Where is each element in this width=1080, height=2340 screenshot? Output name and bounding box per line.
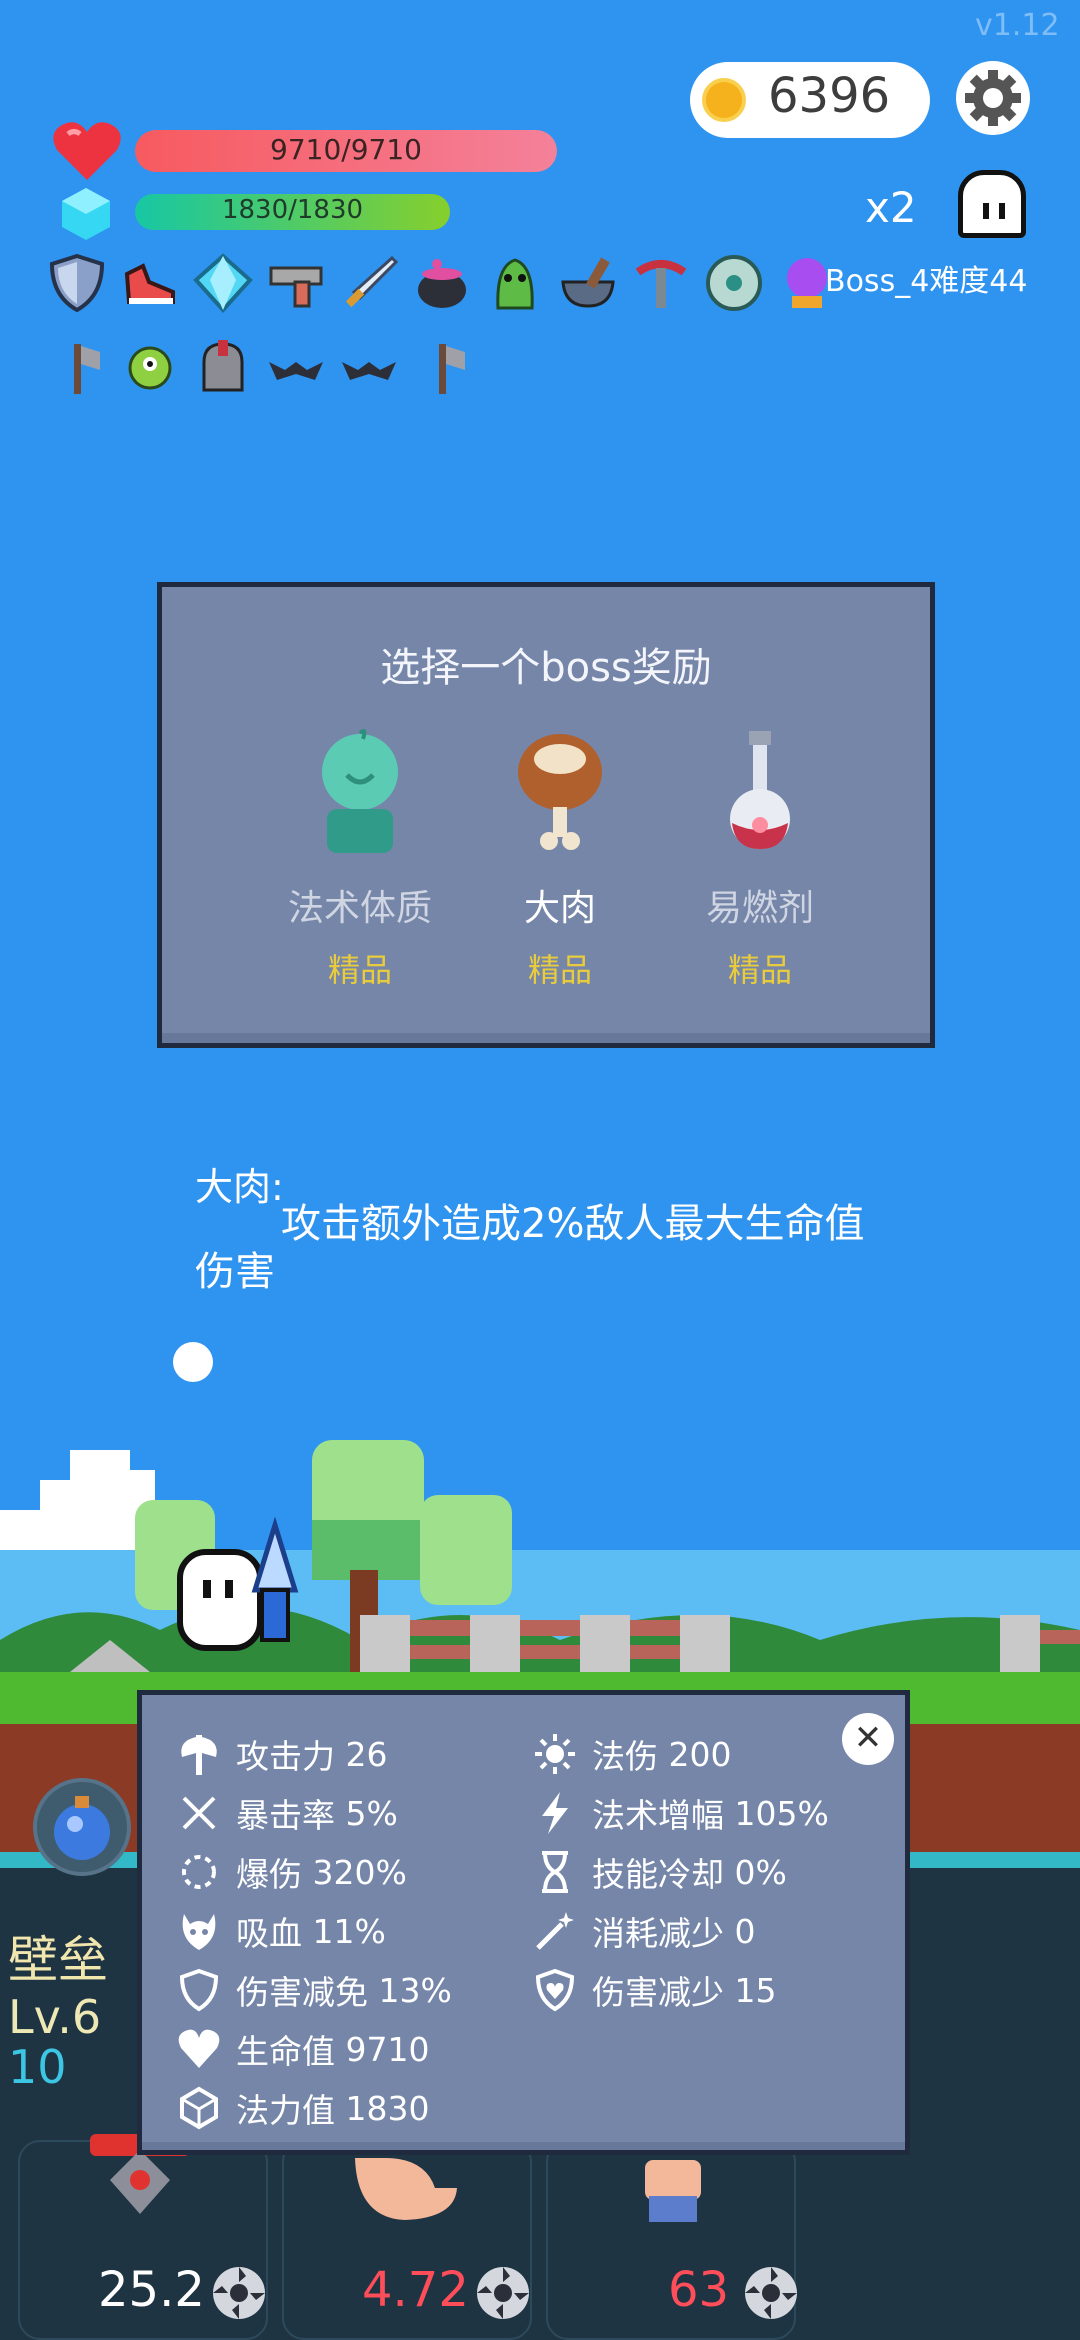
sun-icon xyxy=(535,1734,575,1774)
hero-level-extra: 10 xyxy=(8,2040,67,2094)
sword-icon[interactable] xyxy=(332,246,405,319)
gem-icon xyxy=(180,2086,218,2130)
stat-cost-reduction: 消耗减少 0 xyxy=(532,1906,756,1956)
stat-crit-rate: 暴击率 5% xyxy=(176,1788,398,1838)
wand-icon xyxy=(536,1912,574,1950)
saw-icon[interactable] xyxy=(472,2262,534,2324)
speed-multiplier[interactable]: x2 xyxy=(865,183,917,232)
stat-damage-reduce-flat: 伤害减少 15 xyxy=(532,1965,777,2015)
close-button[interactable]: ✕ xyxy=(842,1713,894,1765)
reward-tier: 精品 xyxy=(527,951,592,989)
stat-spell-damage: 法伤 200 xyxy=(532,1729,732,1779)
panel-title: 选择一个boss奖励 xyxy=(380,645,712,691)
stat-hp: 生命值 9710 xyxy=(176,2024,429,2074)
bat-icon[interactable] xyxy=(259,330,332,403)
mana-gem-icon xyxy=(62,188,110,240)
saw-icon[interactable] xyxy=(740,2262,802,2324)
crossbow-icon[interactable] xyxy=(624,246,697,319)
reward-tier: 精品 xyxy=(327,951,392,989)
hero-class-name: 壁垒 xyxy=(8,1931,108,1989)
shield-icon xyxy=(179,1968,219,2012)
saw-icon[interactable] xyxy=(208,2262,270,2324)
stat-crit-damage: 爆伤 320% xyxy=(176,1847,407,1897)
diamond-icon[interactable] xyxy=(186,246,259,319)
hero-level: Lv.6 xyxy=(8,1990,102,2044)
axe-icon[interactable] xyxy=(405,330,478,403)
coin-value: 6396 xyxy=(768,68,891,124)
potion-orb-icon xyxy=(54,1796,110,1860)
cauldron-icon[interactable] xyxy=(405,246,478,319)
stat-mp: 法力值 1830 xyxy=(176,2083,429,2133)
items-row-1 xyxy=(40,246,843,319)
fist-icon xyxy=(645,2160,701,2222)
gun-icon[interactable] xyxy=(259,246,332,319)
potion-orb-button[interactable] xyxy=(33,1778,131,1876)
bat-icon[interactable] xyxy=(332,330,405,403)
helmet-icon[interactable] xyxy=(186,330,259,403)
skill-value-2: 4.72 xyxy=(362,2262,469,2318)
meat-icon xyxy=(518,734,602,850)
reward-option-1[interactable]: 法术体质 精品 xyxy=(250,727,470,991)
burst-icon xyxy=(182,1855,216,1889)
boss-difficulty-label: Boss_4难度44 xyxy=(825,264,1028,299)
axe-icon[interactable] xyxy=(40,330,113,403)
crystal-ball-icon[interactable] xyxy=(770,246,843,319)
stat-spell-amp: 法术增幅 105% xyxy=(532,1788,829,1838)
monster-icon[interactable] xyxy=(113,330,186,403)
reward-option-2[interactable]: 大肉 精品 xyxy=(450,727,670,991)
items-row-2 xyxy=(40,330,478,403)
lightning-icon xyxy=(542,1792,568,1834)
skill-value-3: 63 xyxy=(668,2262,730,2318)
reward-description-body: 攻击额外造成2%敌人最大生命值伤害 xyxy=(195,1201,865,1295)
coin-icon xyxy=(702,78,746,122)
reward-option-3[interactable]: 易燃剂 精品 xyxy=(650,727,870,991)
hourglass-icon xyxy=(542,1851,568,1893)
gear-icon[interactable] xyxy=(955,60,1031,136)
skull-icon xyxy=(182,1914,216,1950)
shield-icon[interactable] xyxy=(40,246,113,319)
stat-lifesteal: 吸血 11% xyxy=(176,1906,386,1956)
crit-icon xyxy=(182,1796,216,1830)
mortar-icon[interactable] xyxy=(551,246,624,319)
game-scene xyxy=(0,1342,1080,1680)
arm-icon xyxy=(355,2158,457,2220)
reward-name: 法术体质 xyxy=(287,888,432,929)
heart-icon xyxy=(178,2029,220,2068)
stat-attack: 攻击力 26 xyxy=(176,1729,388,1779)
ghost-icon[interactable] xyxy=(958,170,1026,238)
reward-name: 易燃剂 xyxy=(705,888,814,929)
skill-value-1: 25.2 xyxy=(98,2262,205,2318)
disc-icon[interactable] xyxy=(697,246,770,319)
boss-reward-panel: 选择一个boss奖励 法术体质 精品 大肉 精品 易燃剂 精品 xyxy=(157,582,935,1048)
shield-heart-icon xyxy=(535,1968,575,2012)
version-label: v1.12 xyxy=(975,8,1060,43)
goblin-icon[interactable] xyxy=(478,246,551,319)
reward-name: 大肉 xyxy=(523,888,596,929)
shoe-icon[interactable] xyxy=(113,246,186,319)
stat-damage-reduction: 伤害减免 13% xyxy=(176,1965,452,2015)
stats-panel: ✕ 攻击力 26 暴击率 5% 爆伤 320% 吸血 11% 伤害减免 13% … xyxy=(137,1690,910,2155)
heart-icon xyxy=(53,122,121,180)
reward-tier: 精品 xyxy=(727,951,792,989)
axe-icon xyxy=(181,1735,217,1775)
potion-icon xyxy=(730,731,790,849)
hp-text: 9710/9710 xyxy=(270,133,422,166)
mage-figure-icon xyxy=(322,729,398,853)
stat-cooldown: 技能冷却 0% xyxy=(532,1847,787,1897)
mp-text: 1830/1830 xyxy=(221,195,364,225)
